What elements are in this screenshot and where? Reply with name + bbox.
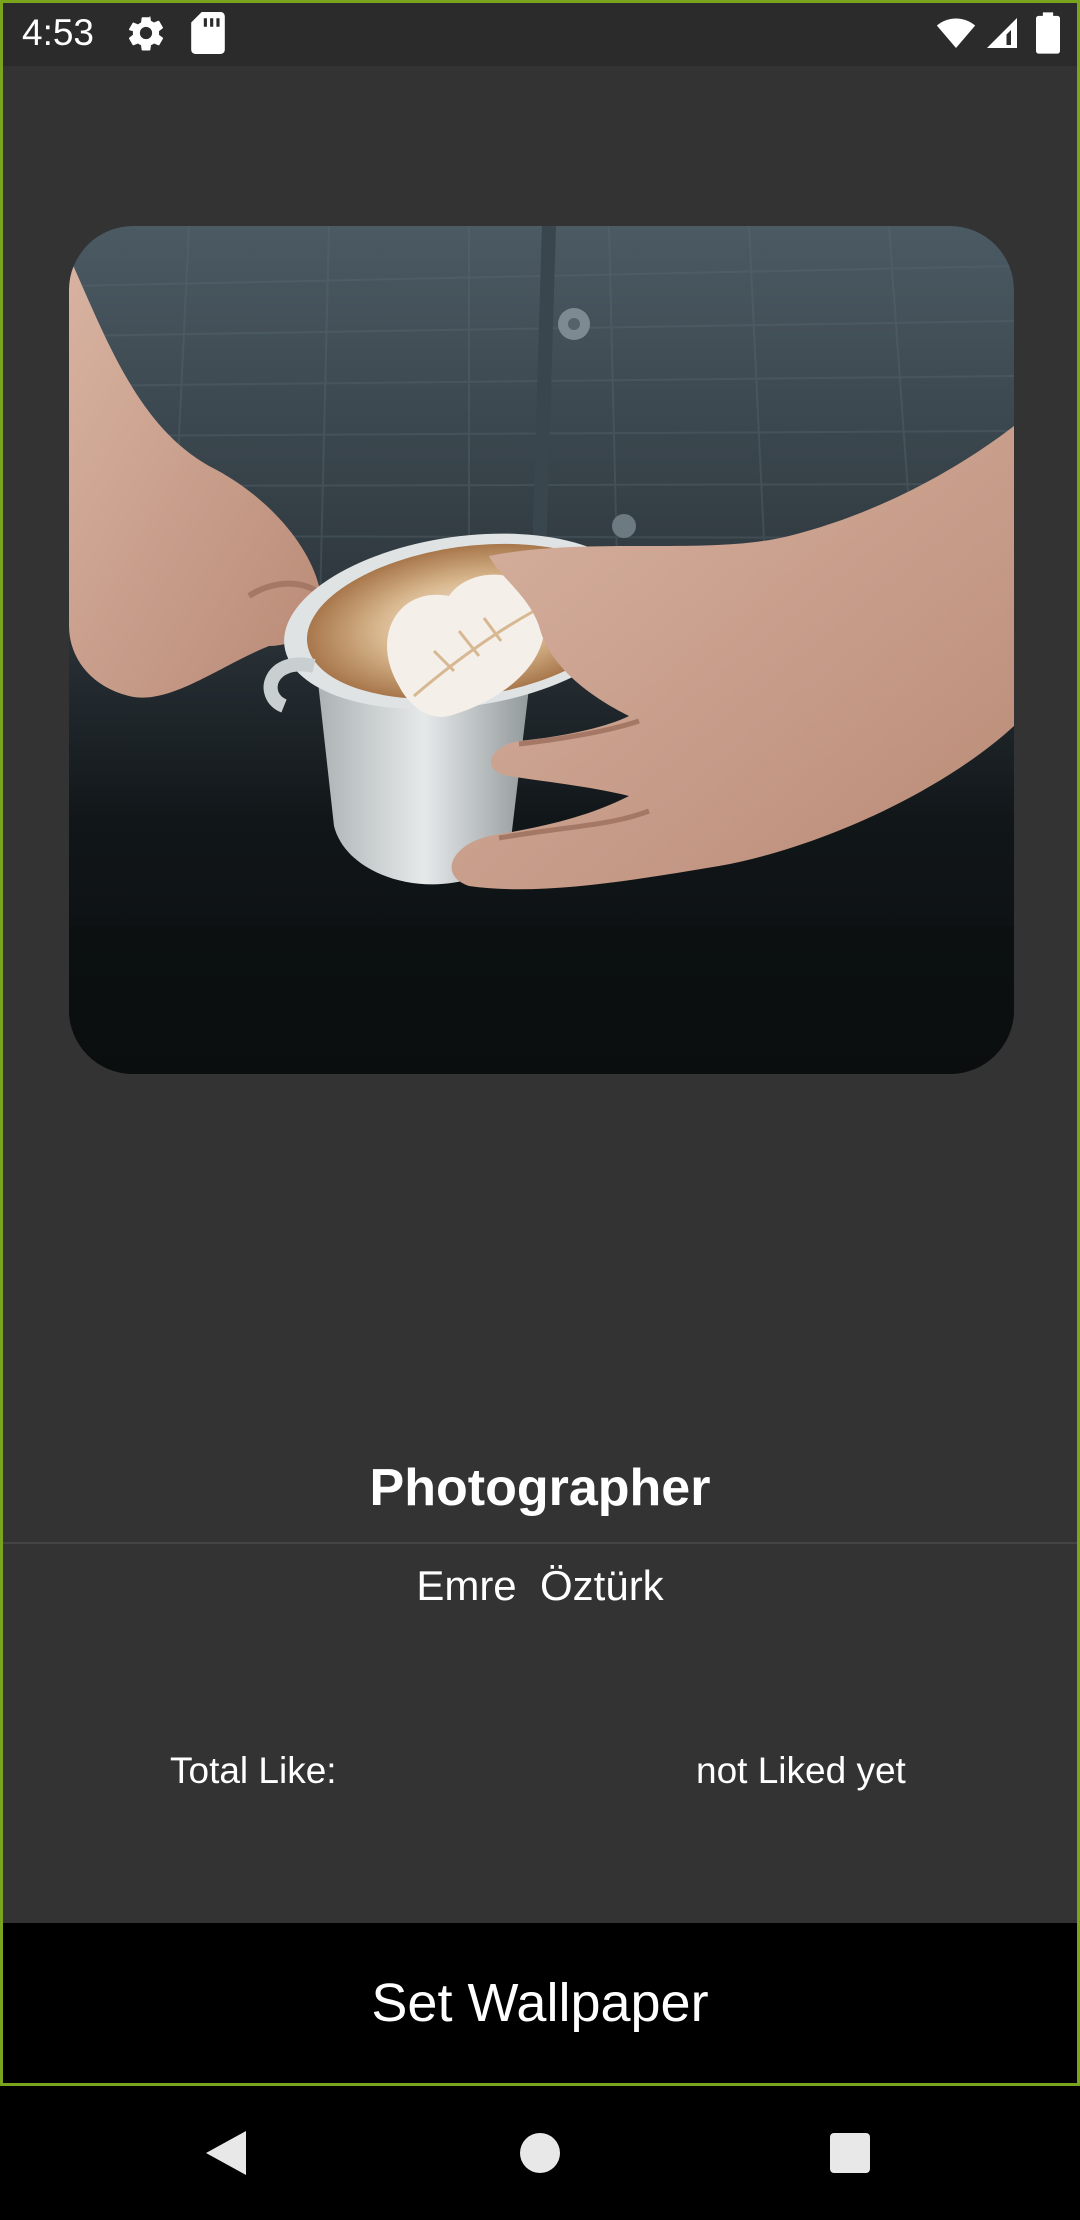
screen: 4:53 Photographer Emre Öztürk Total Like… — [0, 0, 1080, 2220]
set-wallpaper-button[interactable]: Set Wallpaper — [3, 1923, 1077, 2083]
sd-card-icon — [191, 12, 225, 54]
settings-icon — [128, 16, 164, 51]
wallpaper-detail-content: Photographer Emre Öztürk Total Like: not… — [3, 66, 1077, 1923]
total-like-label: Total Like: — [170, 1750, 337, 1791]
wifi-icon — [936, 18, 976, 48]
home-button[interactable] — [460, 2086, 620, 2220]
navigation-bar — [0, 2086, 1080, 2220]
photographer-title: Photographer — [369, 1459, 711, 1517]
battery-icon — [1036, 12, 1060, 54]
status-time: 4:53 — [22, 12, 95, 53]
photographer-name: Emre Öztürk — [416, 1562, 664, 1609]
signal-icon — [987, 18, 1017, 48]
recents-button[interactable] — [770, 2086, 930, 2220]
coffee-photo-image — [69, 226, 1014, 1074]
divider — [3, 1542, 1077, 1544]
recents-icon — [830, 2133, 870, 2173]
total-like-value: not Liked yet — [696, 1750, 906, 1791]
status-bar: 4:53 — [0, 0, 1080, 66]
home-icon — [520, 2133, 560, 2173]
back-icon — [206, 2131, 246, 2175]
wallpaper-photo[interactable] — [69, 226, 1014, 1074]
back-button[interactable] — [146, 2086, 306, 2220]
